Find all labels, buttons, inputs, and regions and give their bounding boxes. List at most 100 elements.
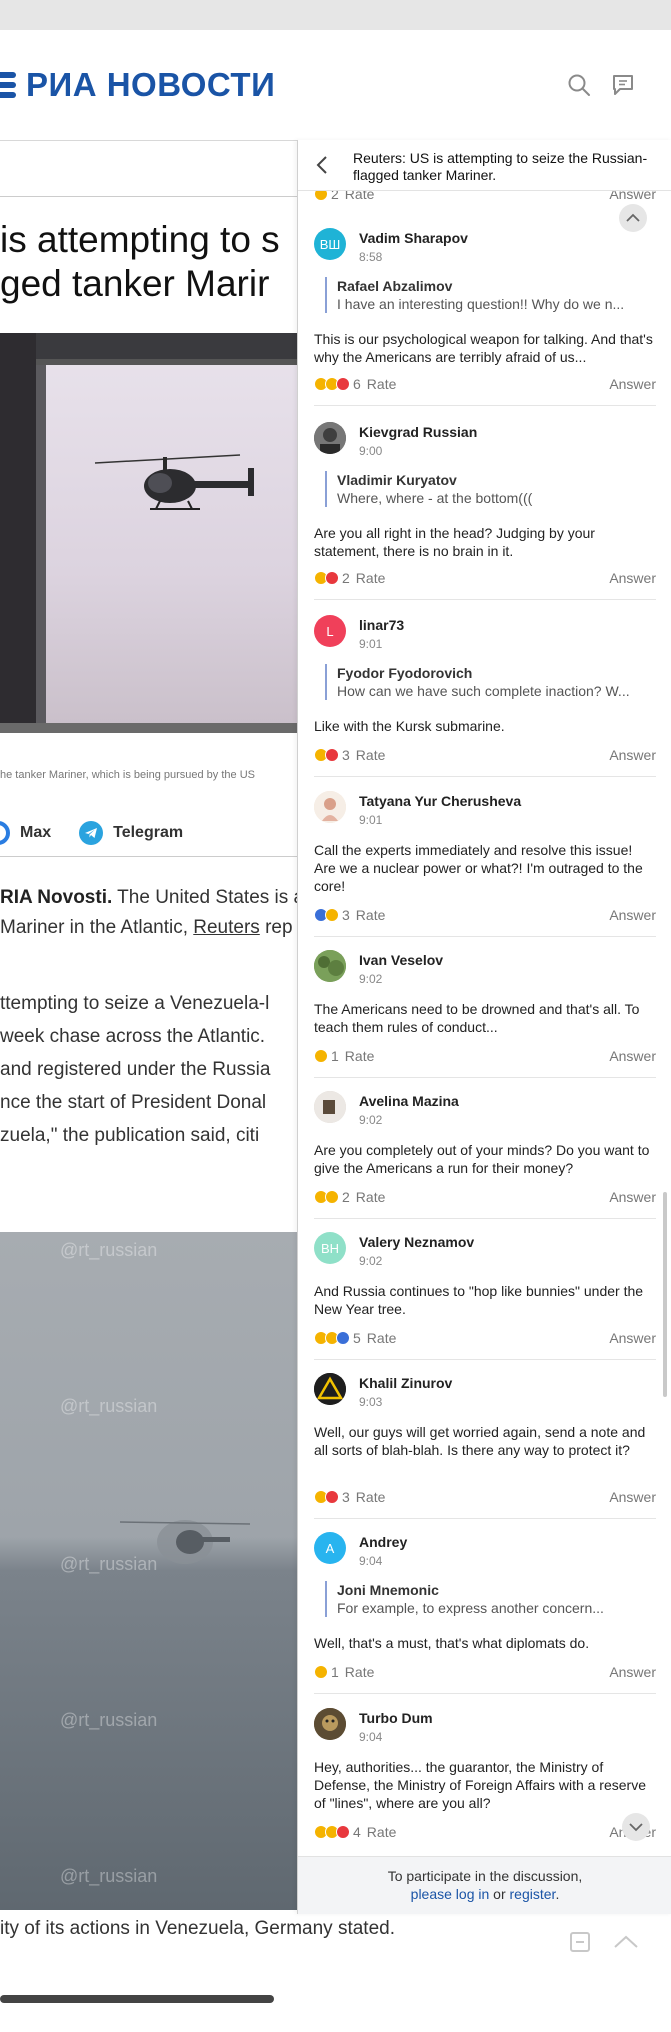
watermark: @rt_russian — [60, 1396, 158, 1416]
watermark: @rt_russian — [60, 1710, 158, 1730]
reaction-emoji-icon[interactable] — [314, 908, 339, 922]
reaction-row: 2 Rate Answer — [314, 1187, 656, 1207]
reaction-count: 3 — [342, 747, 350, 763]
avatar[interactable]: ВН — [314, 1232, 346, 1264]
comment-time: 9:00 — [359, 444, 383, 458]
comment-time: 9:03 — [359, 1395, 383, 1409]
avatar[interactable] — [314, 422, 346, 454]
quote-text: I have an interesting question!! Why do … — [337, 296, 625, 312]
avatar[interactable] — [314, 1091, 346, 1123]
quoted-reply[interactable]: Vladimir Kuryatov Where, where - at the … — [325, 471, 668, 507]
share-telegram-label[interactable]: Telegram — [113, 824, 183, 842]
reaction-row: 3 Rate Answer — [314, 1487, 656, 1507]
collapse-icon[interactable] — [568, 1930, 592, 1954]
avatar[interactable]: ВШ — [314, 228, 346, 260]
reaction-count: 5 — [353, 1330, 361, 1346]
article-bottom-text: ity of its actions in Venezuela, Germany… — [0, 1918, 395, 1939]
comment-author[interactable]: linar73 — [359, 617, 404, 633]
divider — [0, 196, 300, 197]
reaction-count: 2 — [342, 1189, 350, 1205]
answer-button[interactable]: Answer — [609, 570, 656, 586]
comment-author[interactable]: Turbo Dum — [359, 1710, 433, 1726]
reaction-count: 1 — [331, 1664, 339, 1680]
rate-button[interactable]: Rate — [367, 1330, 397, 1346]
panel-scrollbar[interactable] — [663, 1192, 667, 1397]
comment-author[interactable]: Andrey — [359, 1534, 407, 1550]
login-prompt-text: To participate in the discussion, — [387, 1868, 583, 1884]
comment-author[interactable]: Khalil Zinurov — [359, 1375, 452, 1391]
comment-author[interactable]: Kievgrad Russian — [359, 424, 477, 440]
divider — [314, 1518, 656, 1519]
register-link[interactable]: register — [510, 1886, 556, 1902]
chevron-up-icon[interactable] — [612, 1930, 640, 1954]
reaction-emoji-icon[interactable] — [314, 1490, 339, 1504]
comments-list: 2 Rate Answer ВШ Vadim Sharapov 8:58 Raf… — [298, 140, 671, 1864]
chevron-left-icon[interactable] — [312, 154, 334, 176]
avatar[interactable] — [314, 950, 346, 982]
telegram-icon[interactable] — [79, 821, 104, 845]
reaction-count: 3 — [342, 907, 350, 923]
reaction-emoji-icon[interactable] — [314, 1665, 328, 1679]
comment-author[interactable]: Valery Neznamov — [359, 1234, 474, 1250]
login-link[interactable]: please log in — [411, 1886, 490, 1902]
rate-button[interactable]: Rate — [356, 1189, 386, 1205]
comment-time: 9:02 — [359, 1113, 383, 1127]
avatar[interactable]: A — [314, 1532, 346, 1564]
share-max-label[interactable]: Max — [20, 824, 51, 842]
reaction-emoji-icon[interactable] — [314, 1331, 350, 1345]
reaction-emoji-icon[interactable] — [314, 1825, 350, 1839]
rate-button[interactable]: Rate — [345, 1664, 375, 1680]
reuters-link[interactable]: Reuters — [193, 917, 260, 938]
article-photo-helicopter[interactable] — [0, 333, 300, 733]
answer-button[interactable]: Answer — [609, 1330, 656, 1346]
avatar[interactable] — [314, 1708, 346, 1740]
avatar[interactable]: L — [314, 615, 346, 647]
rate-button[interactable]: Rate — [356, 1489, 386, 1505]
comment-author[interactable]: Tatyana Yur Cherusheva — [359, 793, 521, 809]
scroll-down-button[interactable] — [622, 1813, 650, 1841]
rate-button[interactable]: Rate — [356, 570, 386, 586]
comment-author[interactable]: Vadim Sharapov — [359, 230, 468, 246]
comment-author[interactable]: Avelina Mazina — [359, 1093, 459, 1109]
comment-text: Are you all right in the head? Judging b… — [314, 525, 595, 559]
rate-button[interactable]: Rate — [345, 1048, 375, 1064]
rate-button[interactable]: Rate — [367, 1824, 397, 1840]
avatar[interactable] — [314, 791, 346, 823]
login-or-text: or — [489, 1886, 510, 1902]
quoted-reply[interactable]: Joni Mnemonic For example, to express an… — [325, 1581, 668, 1617]
article-video-frame[interactable]: @rt_russian @rt_russian @rt_russian @rt_… — [0, 1232, 300, 1910]
reaction-emoji-icon[interactable] — [314, 1190, 339, 1204]
comments-icon[interactable] — [610, 72, 636, 98]
quoted-reply[interactable]: Fyodor Fyodorovich How can we have such … — [325, 664, 668, 700]
rate-button[interactable]: Rate — [367, 376, 397, 392]
answer-button[interactable]: Answer — [609, 747, 656, 763]
article-para-line: and registered under the Russia — [0, 1059, 271, 1080]
status-bar — [0, 0, 671, 30]
answer-button[interactable]: Answer — [609, 1189, 656, 1205]
avatar[interactable] — [314, 1373, 346, 1405]
reaction-emoji-icon[interactable] — [314, 571, 339, 585]
reaction-row: 3 Rate Answer — [314, 905, 656, 925]
quoted-reply[interactable]: Rafael Abzalimov I have an interesting q… — [325, 277, 668, 313]
answer-button[interactable]: Answer — [609, 1048, 656, 1064]
reaction-emoji-icon[interactable] — [314, 377, 350, 391]
search-icon[interactable] — [566, 72, 592, 98]
answer-button[interactable]: Answer — [609, 1664, 656, 1680]
answer-button[interactable]: Answer — [609, 376, 656, 392]
rate-button[interactable]: Rate — [356, 907, 386, 923]
lead-text-3: rep — [259, 917, 293, 938]
scroll-up-button[interactable] — [619, 204, 647, 232]
quote-text: How can we have such complete inaction? … — [337, 683, 630, 699]
reaction-row: 1 Rate Answer — [314, 1662, 656, 1682]
rate-button[interactable]: Rate — [356, 747, 386, 763]
comment-author[interactable]: Ivan Veselov — [359, 952, 443, 968]
max-icon[interactable] — [0, 821, 10, 845]
reaction-count: 1 — [331, 1048, 339, 1064]
comment-time: 9:01 — [359, 813, 383, 827]
lead-text: The United States is at — [112, 887, 300, 908]
ria-logo[interactable]: РИА НОВОСТИ — [0, 66, 275, 104]
answer-button[interactable]: Answer — [609, 907, 656, 923]
answer-button[interactable]: Answer — [609, 1489, 656, 1505]
reaction-emoji-icon[interactable] — [314, 748, 339, 762]
reaction-emoji-icon[interactable] — [314, 1049, 328, 1063]
